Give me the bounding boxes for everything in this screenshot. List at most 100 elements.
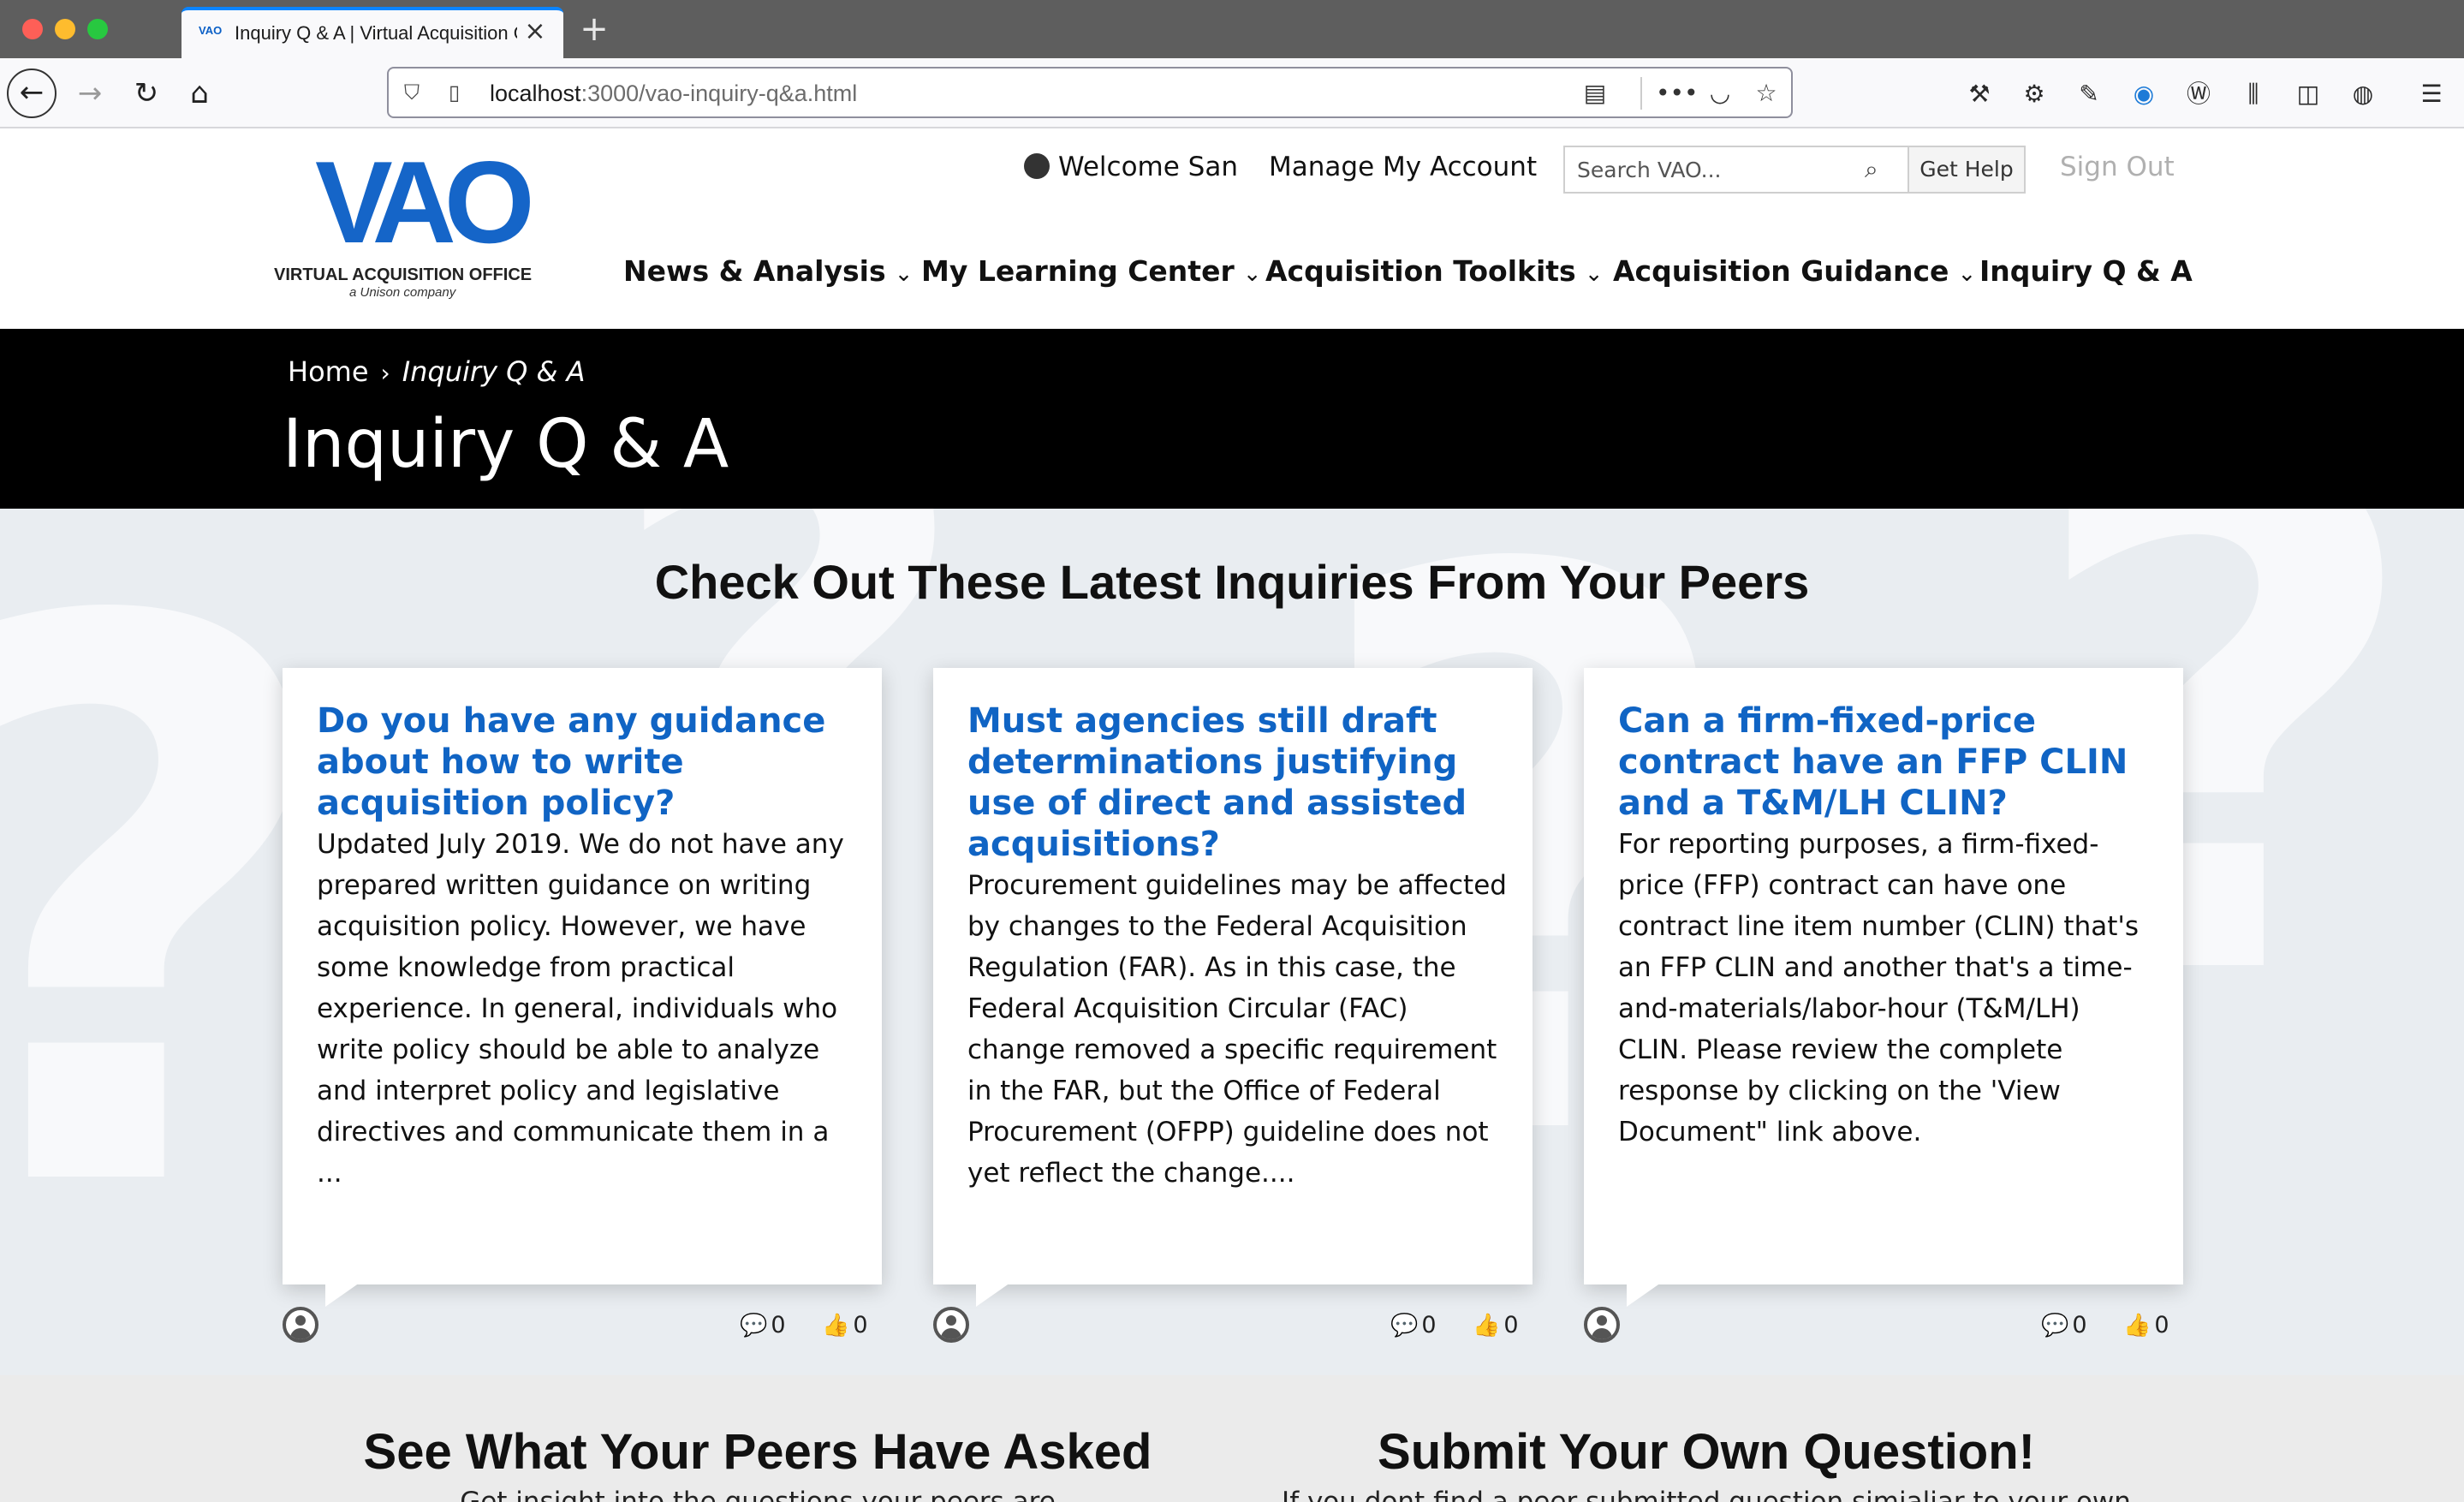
url-host: localhost [490,80,581,106]
site-header: VAO VIRTUAL ACQUISITION OFFICE a Unison … [0,128,2464,329]
inquiry-title-link[interactable]: Can a firm-fixed-price contract have an … [1618,700,2157,824]
comment-count[interactable]: 💬 0 [740,1310,786,1341]
breadcrumb: Home › Inquiry Q & A [288,353,586,390]
close-window-button[interactable] [22,19,43,39]
shield-icon[interactable]: ⛉ [404,80,428,104]
avatar-icon[interactable] [933,1307,969,1343]
logo-mark: VAO [315,137,535,267]
url-text[interactable]: localhost:3000/vao-inquiry-q&a.html [490,79,1175,108]
like-count[interactable]: 👍 0 [1473,1310,1519,1341]
vao-favicon-icon: VAO [199,24,223,37]
close-tab-icon[interactable]: × [522,17,548,46]
comment-count[interactable]: 💬 0 [2041,1310,2087,1341]
avatar-icon[interactable] [1584,1307,1620,1343]
vao-logo[interactable]: VAO VIRTUAL ACQUISITION OFFICE a Unison … [274,137,548,301]
breadcrumb-home[interactable]: Home [288,355,369,388]
sidebar-icon[interactable]: ◫ [2291,77,2325,111]
nav-acquisition-toolkits[interactable]: Acquisition Toolkits ⌄ [1265,247,1603,296]
like-count-value: 0 [853,1312,868,1338]
gear-icon[interactable]: ⚙ [2017,77,2051,111]
browser-titlebar: VAO Inquiry Q & A | Virtual Acquisition … [0,0,2464,58]
chevron-down-icon: ⌄ [894,261,914,287]
comment-count-value: 0 [2072,1312,2087,1338]
thumbs-up-icon: 👍 [2123,1313,2152,1338]
search-icon[interactable]: ⌕ [1865,156,1892,183]
inquiry-meta: 💬 0 👍 0 [283,1307,882,1346]
speech-bubble-tail [325,1283,360,1307]
like-count-value: 0 [1503,1312,1519,1338]
more-icon[interactable]: ••• [1656,79,1699,108]
user-circle-icon [1024,153,1050,179]
get-help-button[interactable]: Get Help [1909,146,2026,194]
forward-icon[interactable]: → [65,69,115,118]
like-count[interactable]: 👍 0 [822,1310,868,1341]
page-icon[interactable]: ▯ [449,80,469,104]
like-count[interactable]: 👍 0 [2123,1310,2169,1341]
comment-count[interactable]: 💬 0 [1390,1310,1437,1341]
bookmark-star-icon[interactable]: ☆ [1750,79,1783,108]
peers-asked-text: Get insight into the questions your peer… [460,1487,1056,1502]
inquiry-excerpt: Procurement guidelines may be affected b… [967,870,1507,1189]
urlbar-divider [1640,77,1642,110]
inquiry-card[interactable]: Do you have any guidance about how to wr… [283,668,882,1307]
welcome-user[interactable]: Welcome San [1024,147,1247,187]
avatar-icon[interactable] [283,1307,318,1343]
zoom-window-button[interactable] [87,19,108,39]
inquiry-excerpt: Updated July 2019. We do not have any pr… [317,829,844,1189]
reload-icon[interactable]: ↻ [122,69,171,118]
logo-tagline: a Unison company [349,285,456,300]
minimize-window-button[interactable] [55,19,75,39]
back-icon[interactable]: ← [7,69,57,118]
nav-my-learning-center[interactable]: My Learning Center ⌄ [921,247,1262,296]
nav-label: My Learning Center [921,254,1235,288]
nav-label: Acquisition Toolkits [1265,254,1576,288]
browser-tab[interactable]: VAO Inquiry Q & A | Virtual Acquisition … [182,7,563,58]
peers-asked-heading: See What Your Peers Have Asked [363,1424,1152,1480]
search-input[interactable] [1565,147,1856,192]
inquiry-meta: 💬 0 👍 0 [933,1307,1533,1346]
menu-icon[interactable]: ☰ [2414,77,2449,111]
library-icon[interactable]: ⫼ [2236,77,2271,111]
like-count-value: 0 [2154,1312,2169,1338]
sign-out-link[interactable]: Sign Out [2060,147,2180,187]
account-icon[interactable]: ◍ [2346,77,2380,111]
new-tab-icon[interactable]: + [575,10,613,48]
nav-news-analysis[interactable]: News & Analysis ⌄ [623,247,913,296]
url-path: :3000/vao-inquiry-q&a.html [580,80,858,106]
inquiry-title-link[interactable]: Must agencies still draft determinations… [967,700,1507,865]
latest-inquiries-section: ? ? ? ? Check Out These Latest Inquiries… [0,509,2464,1375]
nav-acquisition-guidance[interactable]: Acquisition Guidance ⌄ [1613,247,1976,296]
chevron-down-icon: ⌄ [1242,261,1262,287]
reader-view-icon[interactable]: ▤ [1579,79,1611,108]
inquiry-card[interactable]: Can a firm-fixed-price contract have an … [1584,668,2183,1307]
speech-bubble-tail [1627,1283,1661,1307]
section-heading: Check Out These Latest Inquiries From Yo… [654,555,1810,609]
chevron-down-icon: ⌄ [1957,261,1977,287]
pocket-icon[interactable]: ◡ [1704,79,1736,108]
nav-label: Acquisition Guidance [1613,254,1949,288]
manage-account-link[interactable]: Manage My Account [1269,147,1537,187]
thumbs-up-icon: 👍 [822,1313,850,1338]
submit-question-heading: Submit Your Own Question! [1378,1424,2035,1480]
ask-submit-section: See What Your Peers Have Asked Get insig… [0,1375,2464,1502]
nav-inquiry-qa[interactable]: Inquiry Q & A [1979,247,2193,296]
comment-icon: 💬 [2041,1313,2069,1338]
comment-icon: 💬 [740,1313,768,1338]
speech-bubble-tail [976,1283,1010,1307]
chevron-right-icon: › [380,359,390,387]
inquiry-meta: 💬 0 👍 0 [1584,1307,2183,1346]
submit-question-text: If you dont find a peer submitted questi… [1282,1487,2131,1502]
home-icon[interactable]: ⌂ [175,69,224,118]
tab-title: Inquiry Q & A | Virtual Acquisition Offi… [235,22,517,44]
page-hero: Home › Inquiry Q & A Inquiry Q & A [0,329,2464,509]
extension-icon[interactable]: ◉ [2127,77,2161,111]
inquiry-excerpt: For reporting purposes, a firm-fixed-pri… [1618,829,2140,1147]
address-bar[interactable]: ⛉ ▯ localhost:3000/vao-inquiry-q&a.html … [387,67,1793,118]
eyedropper-icon[interactable]: ✎ [2072,77,2106,111]
wrench-icon[interactable]: ⚒ [1962,77,1997,111]
site-search: ⌕ [1563,146,1909,194]
inquiry-card[interactable]: Must agencies still draft determinations… [933,668,1533,1307]
wordpress-icon[interactable]: Ⓦ [2181,77,2216,111]
inquiry-title-link[interactable]: Do you have any guidance about how to wr… [317,700,856,824]
breadcrumb-current: Inquiry Q & A [402,355,586,388]
